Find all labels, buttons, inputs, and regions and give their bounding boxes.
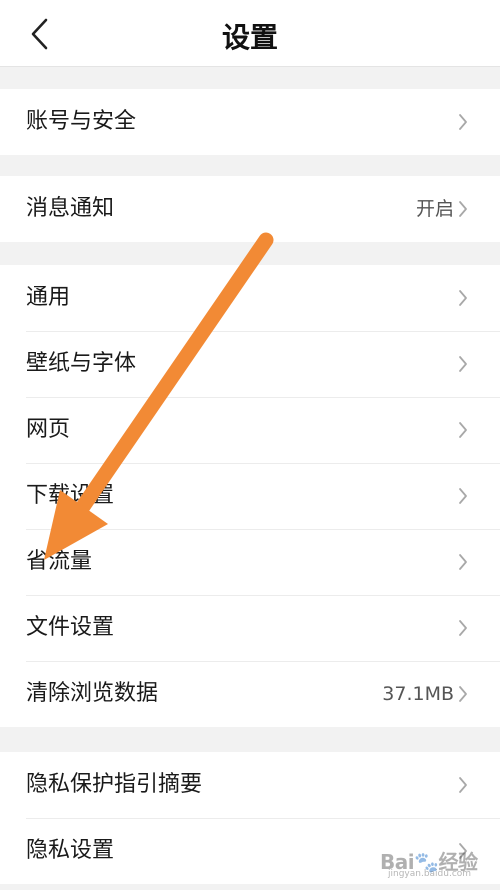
- settings-item-label: 隐私保护指引摘要: [26, 772, 203, 797]
- chevron-right-icon: [459, 356, 467, 372]
- settings-item-label: 消息通知: [26, 196, 115, 221]
- settings-group-account: 账号与安全: [0, 89, 500, 155]
- settings-item-label: 文件设置: [26, 615, 115, 640]
- page-title: 设置: [221, 21, 278, 54]
- settings-group-notifications: 消息通知 开启: [0, 176, 500, 242]
- chevron-right-icon: [459, 201, 467, 217]
- chevron-right-icon: [459, 777, 467, 793]
- settings-item-webpage[interactable]: 网页: [0, 397, 500, 463]
- settings-item-file[interactable]: 文件设置: [0, 595, 500, 661]
- notifications-status: 开启: [415, 198, 454, 220]
- nav-bar: 设置: [0, 0, 500, 67]
- settings-group-privacy: 隐私保护指引摘要 隐私设置: [0, 752, 500, 884]
- chevron-right-icon: [459, 843, 467, 859]
- settings-item-general[interactable]: 通用: [0, 265, 500, 331]
- settings-item-label: 清除浏览数据: [26, 681, 159, 706]
- settings-item-account-security[interactable]: 账号与安全: [0, 89, 500, 155]
- settings-item-label: 隐私设置: [26, 838, 115, 863]
- settings-item-privacy-settings[interactable]: 隐私设置: [0, 818, 500, 884]
- chevron-right-icon: [459, 620, 467, 636]
- chevron-right-icon: [459, 686, 467, 702]
- chevron-right-icon: [459, 554, 467, 570]
- chevron-right-icon: [459, 488, 467, 504]
- settings-group-general: 通用 壁纸与字体 网页 下载设置 省流量 文件设置 清除浏览数据 37.1MB: [0, 265, 500, 727]
- settings-item-wallpaper-font[interactable]: 壁纸与字体: [0, 331, 500, 397]
- chevron-right-icon: [459, 114, 467, 130]
- settings-item-notifications[interactable]: 消息通知 开启: [0, 176, 500, 242]
- chevron-right-icon: [459, 422, 467, 438]
- settings-item-label: 网页: [26, 417, 71, 442]
- settings-item-label: 省流量: [26, 549, 93, 574]
- settings-item-clear-browsing-data[interactable]: 清除浏览数据 37.1MB: [0, 661, 500, 727]
- settings-item-label: 壁纸与字体: [26, 351, 137, 376]
- settings-item-data-saver[interactable]: 省流量: [0, 529, 500, 595]
- settings-item-privacy-summary[interactable]: 隐私保护指引摘要: [0, 752, 500, 818]
- back-button[interactable]: [22, 14, 62, 54]
- settings-item-download[interactable]: 下载设置: [0, 463, 500, 529]
- settings-item-label: 下载设置: [26, 483, 115, 508]
- chevron-left-icon: [31, 18, 48, 50]
- cache-size: 37.1MB: [382, 683, 454, 705]
- chevron-right-icon: [459, 290, 467, 306]
- settings-item-label: 账号与安全: [26, 109, 137, 134]
- settings-item-label: 通用: [26, 285, 71, 310]
